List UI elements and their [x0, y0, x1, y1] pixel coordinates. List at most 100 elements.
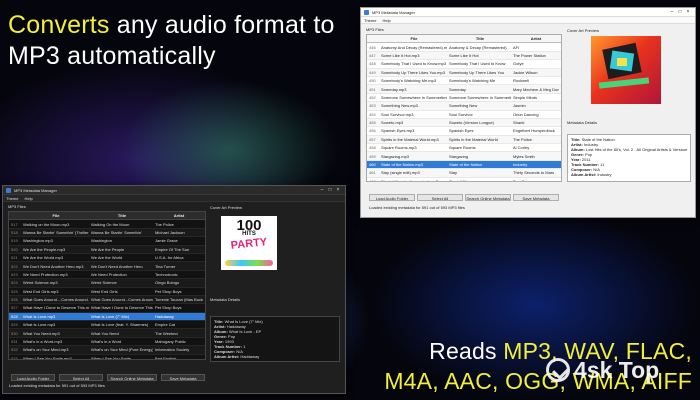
row-number: 531 [11, 339, 18, 345]
metadata-details-panel: Title: What Is Love (7" Mix) Artist: Hadd… [210, 316, 340, 362]
mp3-file-table[interactable]: File Title Artist 517 Walking on the Moon.mp… [8, 211, 206, 360]
table-row[interactable]: 530 What You Need.mp3 What You Need The Wee… [9, 329, 205, 338]
row-number: 528 [11, 313, 18, 319]
column-header-file[interactable]: File [379, 36, 447, 41]
artist-cell: Simple Minds [513, 94, 538, 100]
table-row[interactable]: 450 Somebody's Watching Me.mp3 Somebody's … [367, 77, 561, 86]
title-cell: Spirits in the Material World [449, 136, 498, 142]
search-online-metadata-button[interactable]: Search Online Metadata [107, 374, 157, 381]
table-row[interactable]: 446 Anatomy And Decay (Remastered).mp3 Ana… [367, 43, 561, 52]
table-row[interactable]: 453 Something New.mp3 Something New Jasmin [367, 102, 561, 111]
table-row[interactable]: 519 Washington.mp3 Washington Jamie Grace [9, 237, 205, 246]
table-row[interactable]: 521 We Are the World.mp3 We Are the World U… [9, 254, 205, 263]
table-row[interactable]: 520 We Are the People.mp3 We Are the Peopl… [9, 245, 205, 254]
column-header-artist[interactable]: Artist [153, 213, 203, 218]
file-cell: What Have I Done to Deserve This.mp3 [23, 305, 89, 311]
artist-cell: The Police [513, 136, 532, 142]
menu-theme[interactable]: Theme [6, 196, 18, 201]
minimize-icon[interactable]: – [668, 8, 676, 16]
table-row[interactable]: 526 What Goes Around....Comes Around.mp3W… [9, 295, 205, 305]
column-header-title[interactable]: Title [447, 36, 511, 41]
table-row[interactable]: 532 What's on Your Mind.mp3 What's on Your… [9, 346, 205, 355]
title-cell: Somebody's Watching Me [449, 78, 496, 84]
row-number: 451 [369, 86, 376, 92]
row-number: 526 [11, 297, 18, 303]
save-metadata-button[interactable]: Save Metadata [161, 374, 205, 381]
table-row[interactable]: 454 Soul Survivor.mp3 Soul Survivor Orion D… [367, 111, 561, 119]
row-number: 446 [369, 44, 376, 50]
table-row[interactable]: 455 Soweto.mp3 Soweto (Version Longue) Shan… [367, 118, 561, 128]
window-title: MP3 Metadata Manager [14, 187, 57, 193]
maximize-icon[interactable]: □ [676, 8, 684, 16]
close-icon[interactable]: × [684, 8, 692, 16]
menu-help[interactable]: Help [24, 196, 32, 201]
maximize-icon[interactable]: □ [326, 186, 334, 194]
title-cell: West End Girls [91, 288, 118, 294]
artist-cell: Bad English [155, 355, 177, 360]
close-icon[interactable]: × [334, 186, 342, 194]
file-cell: Square Rooms.mp3 [381, 145, 417, 151]
table-row[interactable]: 448 Somebody That I Used to Know.mp3 Someb… [367, 60, 561, 69]
table-row[interactable]: 460 State of the Nation.mp3 State of the N… [367, 160, 561, 170]
headline-text: any audio format to [109, 11, 335, 39]
table-row[interactable]: 457 Spirits in the Material World.mp3 Spir… [367, 135, 561, 145]
table-row[interactable]: 522 We Don't Need Another Hero.mp3 We Don'… [9, 262, 205, 271]
table-row[interactable]: 452 Someone Somewhere In Summertime.mp3So… [367, 94, 561, 103]
table-row[interactable]: 451 Someday.mp3 Someday Mary Mechem & Meg D… [367, 85, 561, 94]
album-cover-art: 100 HITS PARTY [221, 216, 277, 270]
file-cell: Somebody That I Used to Know.mp3 [381, 61, 447, 67]
table-row[interactable]: 462 Stayin' Alive (radio version).mp3 Stay… [367, 178, 561, 181]
title-cell: Wanna Be Startin' Somethin' [91, 229, 142, 235]
artist-cell: The Power Station [513, 52, 546, 58]
artist-cell: Tommie Toucan (Mas Buck Starz Remix) [155, 297, 203, 303]
search-online-metadata-button[interactable]: Search Online Metadata [465, 194, 511, 201]
artist-cell: Information Society [155, 347, 190, 353]
window-titlebar: MP3 Metadata Manager – □ × [3, 186, 345, 195]
status-text: Loaded existing metadata for 591 out of … [369, 205, 465, 210]
light-app-window: MP3 Metadata Manager – □ × Theme Help MP… [360, 7, 696, 218]
select-all-button[interactable]: Select All [59, 374, 103, 381]
row-number: 461 [369, 170, 376, 176]
table-row[interactable]: 527 What Have I Done to Deserve This.mp3 W… [9, 304, 205, 313]
artist-cell: Industry [513, 162, 528, 168]
table-row[interactable]: 531 What's in a Word.mp3 What's in a Word M… [9, 338, 205, 347]
table-row[interactable]: 449 Somebody Up There Likes You.mp3 Somebo… [367, 68, 561, 77]
artist-cell: Orion Dancing [513, 111, 539, 117]
minimize-icon[interactable]: – [318, 186, 326, 194]
table-row[interactable]: 459 Stargazing.mp3 Stargazing Myles Smith [367, 152, 561, 161]
window-title: MP3 Metadata Manager [372, 9, 415, 15]
file-cell: What You Need.mp3 [23, 330, 60, 336]
table-row[interactable]: 447 Some Like It Hot.mp3 Some Like It Hot T… [367, 51, 561, 61]
load-audio-folder-button[interactable]: Load Audio Folder [369, 194, 415, 201]
title-cell: We Are the People [91, 246, 125, 252]
column-header-artist[interactable]: Artist [511, 36, 559, 41]
save-metadata-button[interactable]: Save Metadata [513, 194, 559, 201]
file-cell: We Don't Need Another Hero.mp3 [23, 263, 84, 269]
column-header-file[interactable]: File [21, 213, 89, 218]
menu-help[interactable]: Help [382, 18, 390, 23]
table-row[interactable]: 461 Stay (single edit).mp3 Stay Thirty Seco… [367, 169, 561, 178]
load-audio-folder-button[interactable]: Load Audio Folder [11, 374, 55, 381]
table-row[interactable]: 458 Square Rooms.mp3 Square Rooms Al Corley [367, 144, 561, 153]
table-row[interactable]: 533 When I See You Smile.mp3 When I See Yo… [9, 355, 205, 360]
table-row[interactable]: 525 West End Girls.mp3 West End Girls Pet S… [9, 288, 205, 296]
table-row[interactable]: 518 Wanna Be Startin' Somethin' (Thriller… [9, 228, 205, 238]
mp3-file-table[interactable]: File Title Artist 446 Anatomy And Decay (Rem… [366, 34, 562, 182]
row-number: 453 [369, 103, 376, 109]
table-row[interactable]: 523 We Need Protection.mp3 We Need Protect… [9, 271, 205, 280]
row-number: 527 [11, 305, 18, 311]
detail-key: Album Artist: [571, 172, 597, 177]
table-row[interactable]: 528 What Is Love.mp3 What Is Love (7" Mix)… [9, 312, 205, 322]
table-row[interactable]: 517 Walking on the Moon.mp3 Walking On the… [9, 220, 205, 229]
file-cell: Somebody Up There Likes You.mp3 [381, 69, 445, 75]
column-header-title[interactable]: Title [89, 213, 153, 218]
table-row[interactable]: 529 What Is Love.mp3 What Is Love (feat. Y… [9, 321, 205, 330]
menu-bar: Theme Help [3, 195, 345, 202]
file-cell: Wanna Be Startin' Somethin' (Thriller 25… [23, 229, 89, 235]
headline-converts: Converts any audio format to MP3 automat… [8, 10, 335, 72]
artist-cell: Technotronic [155, 271, 178, 277]
table-row[interactable]: 456 Spanish Eyes.mp3 Spanish Eyes Engelbert… [367, 127, 561, 136]
table-row[interactable]: 524 Weird Science.mp3 Weird Science Oingo B… [9, 279, 205, 288]
menu-theme[interactable]: Theme [364, 18, 376, 23]
select-all-button[interactable]: Select All [417, 194, 463, 201]
